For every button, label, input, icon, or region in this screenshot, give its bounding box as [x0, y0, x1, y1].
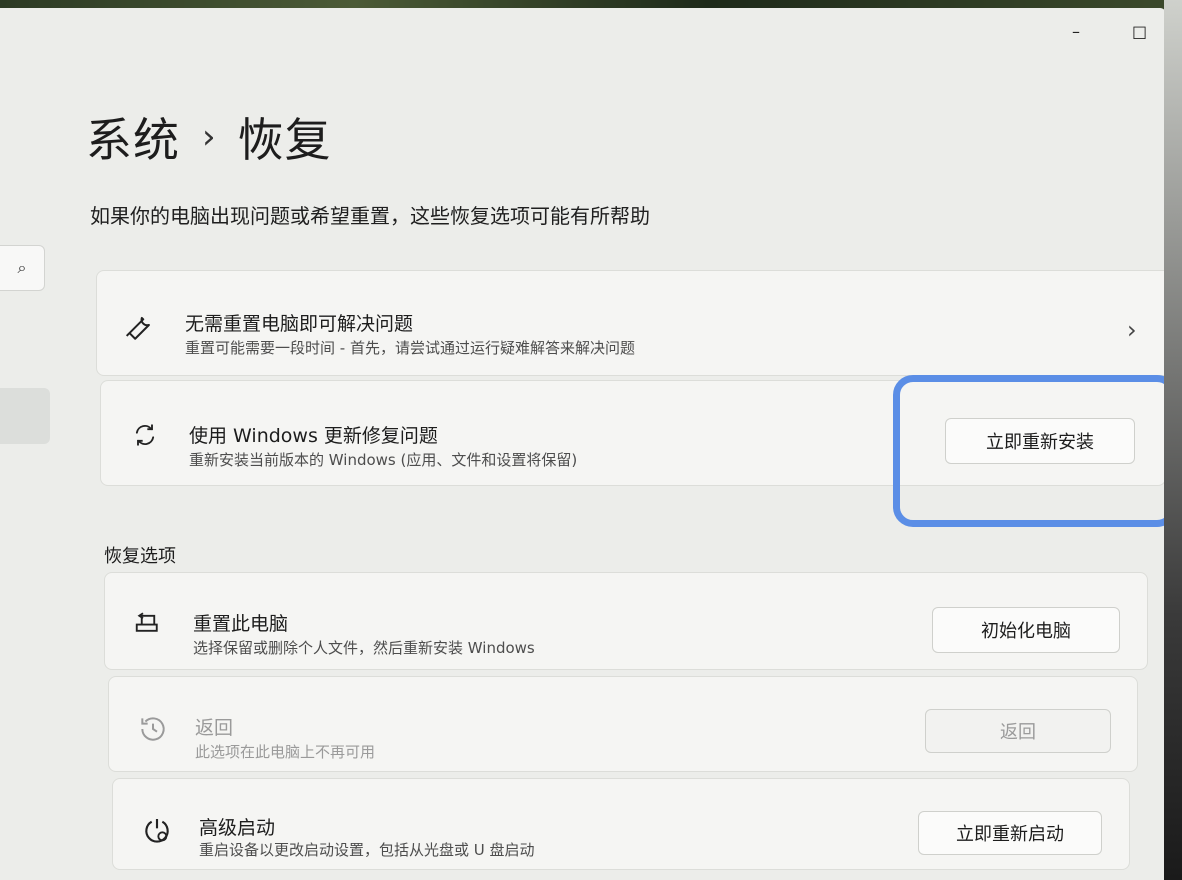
section-label: 恢复选项 — [104, 546, 176, 567]
card-desc: 选择保留或删除个人文件，然后重新安装 Windows — [193, 639, 535, 657]
wrench-icon — [125, 316, 150, 340]
card-title: 无需重置电脑即可解决问题 — [185, 313, 414, 335]
history-icon — [141, 717, 165, 741]
search-icon: ⌕ — [17, 258, 27, 277]
page-intro: 如果你的电脑出现问题或希望重置，这些恢复选项可能有所帮助 — [90, 204, 650, 228]
card-title: 返回 — [195, 717, 234, 739]
card-desc: 此选项在此电脑上不再可用 — [195, 743, 376, 761]
minimize-button[interactable]: – — [1072, 22, 1080, 41]
card-title: 重置此电脑 — [193, 613, 289, 635]
chevron-right-icon: › — [1127, 316, 1137, 344]
go-back-button[interactable]: 返回 — [925, 709, 1111, 753]
page-title: 恢复 — [237, 113, 332, 167]
refresh-icon — [135, 424, 155, 446]
search-button[interactable]: ⌕ — [0, 245, 45, 291]
screen-bezel — [1164, 0, 1182, 880]
card-desc: 重启设备以更改启动设置，包括从光盘或 U 盘启动 — [199, 841, 535, 859]
troubleshoot-card[interactable]: 无需重置电脑即可解决问题 重置可能需要一段时间 - 首先，请尝试通过运行疑难解答… — [96, 270, 1166, 376]
sidebar-selected-item[interactable] — [0, 388, 50, 444]
card-desc: 重新安装当前版本的 Windows (应用、文件和设置将保留) — [189, 451, 578, 469]
restart-now-button[interactable]: 立即重新启动 — [918, 811, 1102, 855]
card-title: 使用 Windows 更新修复问题 — [189, 425, 438, 447]
breadcrumb-system[interactable]: 系统 — [86, 104, 180, 170]
reset-pc-icon — [135, 612, 158, 632]
breadcrumb-separator: › — [202, 117, 216, 157]
breadcrumb: 系统 › 恢复 — [86, 104, 332, 170]
maximize-button[interactable]: □ — [1132, 22, 1147, 41]
settings-window: – □ 系统 › 恢复 如果你的电脑出现问题或希望重置，这些恢复选项可能有所帮助… — [0, 8, 1166, 880]
advanced-startup-icon — [145, 819, 169, 843]
reset-pc-button[interactable]: 初始化电脑 — [932, 607, 1120, 653]
card-title: 高级启动 — [199, 817, 276, 839]
card-desc: 重置可能需要一段时间 - 首先，请尝试通过运行疑难解答来解决问题 — [185, 339, 635, 357]
highlight-annotation — [893, 375, 1166, 527]
